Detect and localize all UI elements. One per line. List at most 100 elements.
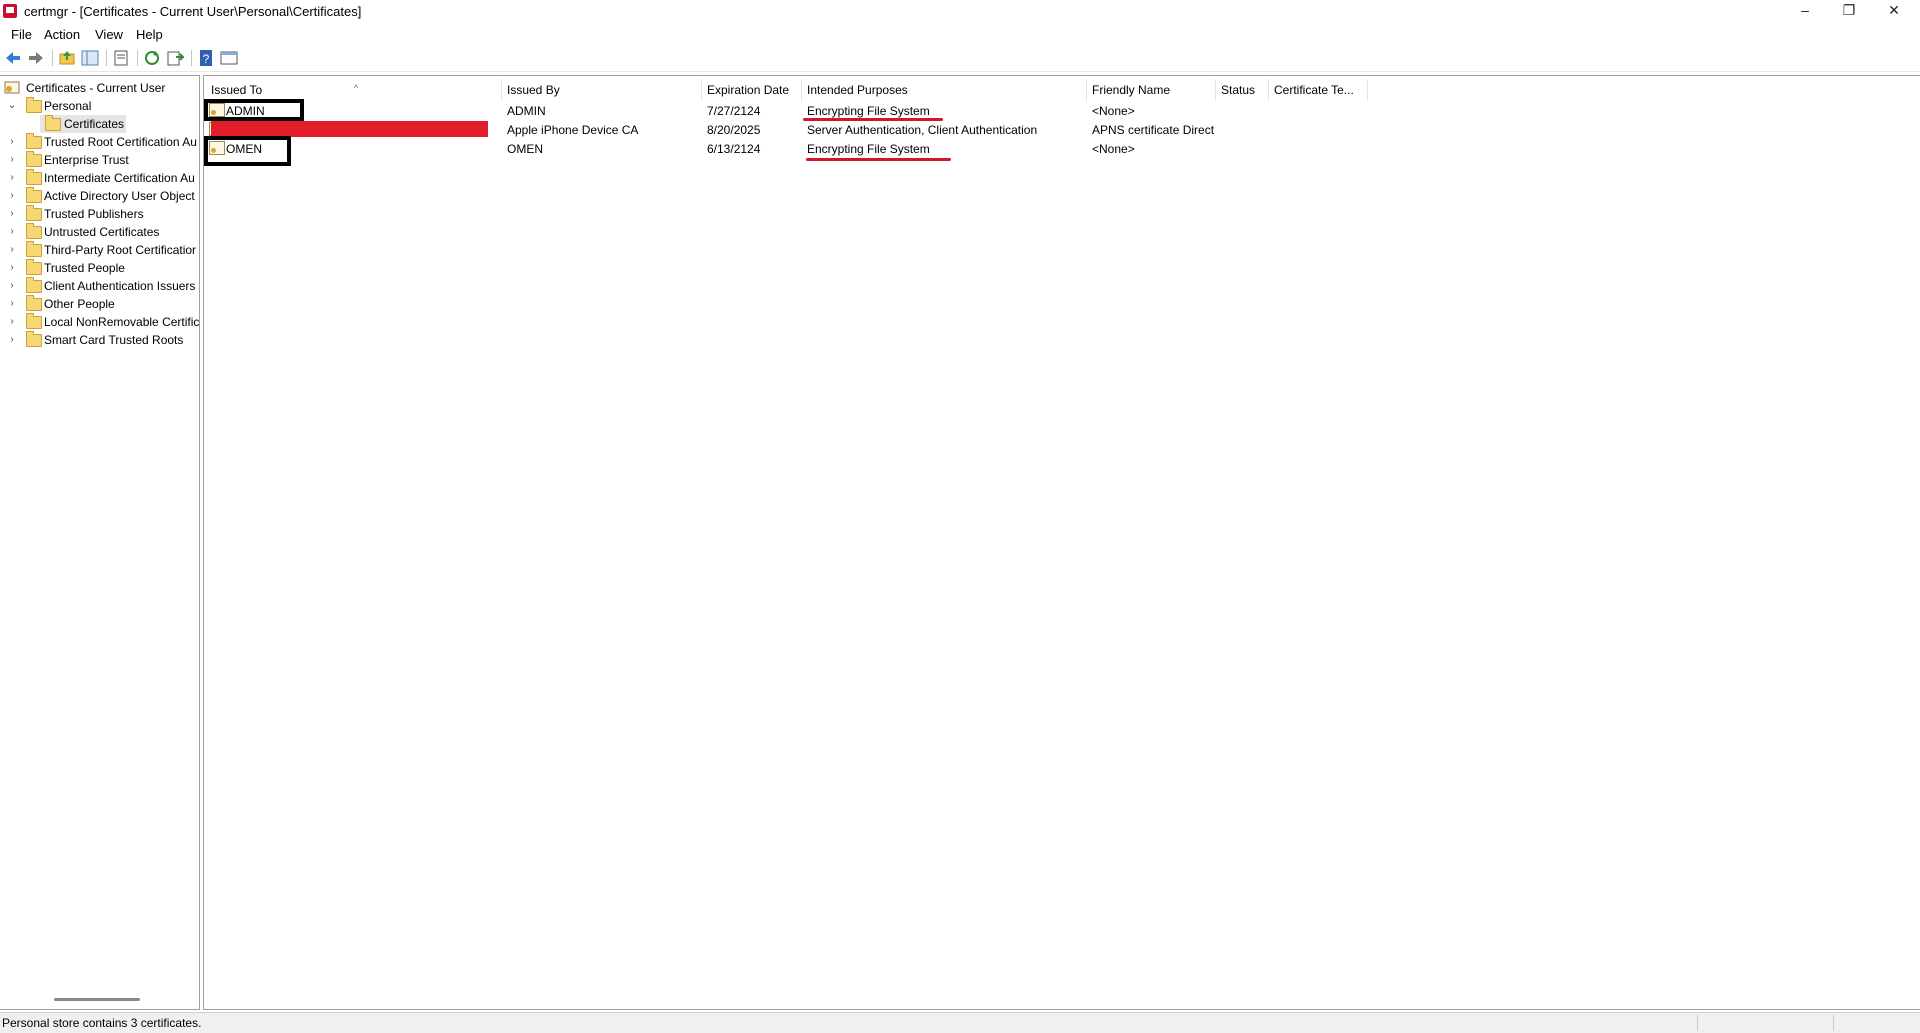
cell-intended-purposes: Encrypting File System — [807, 104, 930, 118]
column-header-status[interactable]: Status — [1221, 81, 1255, 99]
tree-item-label: Trusted People — [44, 261, 125, 275]
tree-item-personal[interactable]: ⌄ Personal — [0, 97, 199, 115]
column-header-intended-purposes[interactable]: Intended Purposes — [807, 81, 908, 99]
tree-item-label: Personal — [44, 99, 92, 113]
console-tree: Certificates - Current User ⌄ Personal C… — [0, 75, 200, 1010]
tree-horizontal-scrollbar[interactable] — [54, 998, 140, 1001]
cell-issued-by: Apple iPhone Device CA — [507, 123, 639, 137]
chevron-right-icon[interactable]: › — [7, 259, 17, 277]
up-folder-icon[interactable] — [58, 49, 76, 67]
tree-root-label: Certificates - Current User — [26, 81, 166, 95]
tree-item-certificates[interactable]: Certificates — [0, 115, 199, 133]
open-folder-icon — [45, 115, 61, 131]
menu-file[interactable]: File — [11, 27, 32, 42]
tree-item-label: Enterprise Trust — [44, 153, 129, 167]
folder-icon — [26, 205, 42, 221]
folder-icon — [26, 169, 42, 185]
tree-item-store[interactable]: › Enterprise Trust — [0, 151, 199, 169]
tree-item-label: Certificates — [64, 117, 125, 131]
tree-item-store[interactable]: › Local NonRemovable Certific — [0, 313, 199, 331]
chevron-right-icon[interactable]: › — [7, 223, 17, 241]
cell-expiration-date: 7/27/2124 — [707, 104, 761, 118]
folder-icon — [26, 277, 42, 293]
tree-item-store[interactable]: › Client Authentication Issuers — [0, 277, 199, 295]
window-title: certmgr - [Certificates - Current User\P… — [24, 4, 362, 19]
menu-bar: File Action View Help — [0, 23, 1920, 45]
column-header-issued-to[interactable]: Issued To ^ — [211, 81, 501, 99]
chevron-right-icon[interactable]: › — [7, 151, 17, 169]
tree-item-store[interactable]: › Trusted Root Certification Au — [0, 133, 199, 151]
chevron-right-icon[interactable]: › — [7, 205, 17, 223]
column-header-certificate-template[interactable]: Certificate Te... — [1274, 81, 1354, 99]
chevron-right-icon[interactable]: › — [7, 187, 17, 205]
cell-friendly-name: APNS certificate Direct — [1092, 123, 1215, 137]
tree-item-label: Other People — [44, 297, 115, 311]
certmgr-app-icon — [3, 4, 17, 18]
close-button[interactable]: ✕ — [1871, 0, 1917, 22]
chevron-right-icon[interactable]: › — [7, 169, 17, 187]
chevron-right-icon[interactable]: › — [7, 295, 17, 313]
tree-item-label: Trusted Root Certification Au — [44, 135, 197, 149]
properties-icon[interactable] — [112, 49, 130, 67]
minimize-button[interactable]: – — [1782, 0, 1828, 22]
folder-icon — [26, 151, 42, 167]
tree-item-store[interactable]: › Untrusted Certificates — [0, 223, 199, 241]
tree-item-label: Smart Card Trusted Roots — [44, 333, 184, 347]
folder-icon — [26, 331, 42, 347]
menu-view[interactable]: View — [95, 27, 123, 42]
cell-intended-purposes: Encrypting File System — [807, 142, 930, 156]
refresh-icon[interactable] — [143, 49, 161, 67]
cell-expiration-date: 8/20/2025 — [707, 123, 761, 137]
menu-action[interactable]: Action — [44, 27, 80, 42]
status-bar: Personal store contains 3 certificates. — [0, 1012, 1920, 1033]
tree-item-label: Client Authentication Issuers — [44, 279, 196, 293]
restore-button[interactable]: ❐ — [1826, 0, 1872, 22]
tree-item-store[interactable]: › Trusted Publishers — [0, 205, 199, 223]
tree-item-store[interactable]: › Intermediate Certification Au — [0, 169, 199, 187]
chevron-down-icon[interactable]: ⌄ — [7, 97, 17, 115]
tree-item-label: Local NonRemovable Certific — [44, 315, 200, 329]
folder-icon — [26, 133, 42, 149]
redaction-bar — [211, 121, 488, 137]
tree-item-store[interactable]: › Third-Party Root Certificatior — [0, 241, 199, 259]
folder-icon — [26, 295, 42, 311]
tree-item-label: Third-Party Root Certificatior — [44, 243, 197, 257]
column-header-label: Issued To — [211, 83, 263, 97]
folder-icon — [26, 259, 42, 275]
status-text: Personal store contains 3 certificates. — [2, 1016, 202, 1030]
chevron-right-icon[interactable]: › — [7, 331, 17, 349]
back-arrow-icon[interactable] — [4, 49, 22, 67]
annotation-box — [204, 99, 304, 121]
chevron-right-icon[interactable]: › — [7, 133, 17, 151]
tree-item-store[interactable]: › Other People — [0, 295, 199, 313]
folder-icon — [26, 97, 42, 113]
sort-ascending-icon: ^ — [354, 83, 359, 93]
cell-friendly-name: <None> — [1092, 142, 1135, 156]
annotation-underline — [806, 158, 951, 161]
column-header-issued-by[interactable]: Issued By — [507, 81, 560, 99]
chevron-right-icon[interactable]: › — [7, 277, 17, 295]
help-icon[interactable]: ? — [197, 49, 215, 67]
chevron-right-icon[interactable]: › — [7, 313, 17, 331]
chevron-right-icon[interactable]: › — [7, 241, 17, 259]
tree-item-store[interactable]: › Trusted People — [0, 259, 199, 277]
cell-expiration-date: 6/13/2124 — [707, 142, 761, 156]
tree-item-label: Intermediate Certification Au — [44, 171, 195, 185]
cell-issued-by: OMEN — [507, 142, 543, 156]
annotation-underline — [803, 118, 943, 121]
tree-item-label: Active Directory User Object — [44, 189, 195, 203]
folder-icon — [26, 187, 42, 203]
column-header-expiration-date[interactable]: Expiration Date — [707, 81, 789, 99]
tree-item-store[interactable]: › Active Directory User Object — [0, 187, 199, 205]
export-list-icon[interactable] — [166, 49, 184, 67]
annotation-box — [204, 136, 291, 166]
tree-item-label: Trusted Publishers — [44, 207, 144, 221]
forward-arrow-icon[interactable] — [27, 49, 45, 67]
toolbar: ? — [0, 45, 1920, 72]
show-hide-tree-icon[interactable] — [81, 49, 99, 67]
column-header-friendly-name[interactable]: Friendly Name — [1092, 81, 1170, 99]
menu-help[interactable]: Help — [136, 27, 163, 42]
tree-item-store[interactable]: › Smart Card Trusted Roots — [0, 331, 199, 349]
mmc-view-icon[interactable] — [220, 49, 238, 67]
cell-issued-by: ADMIN — [507, 104, 546, 118]
